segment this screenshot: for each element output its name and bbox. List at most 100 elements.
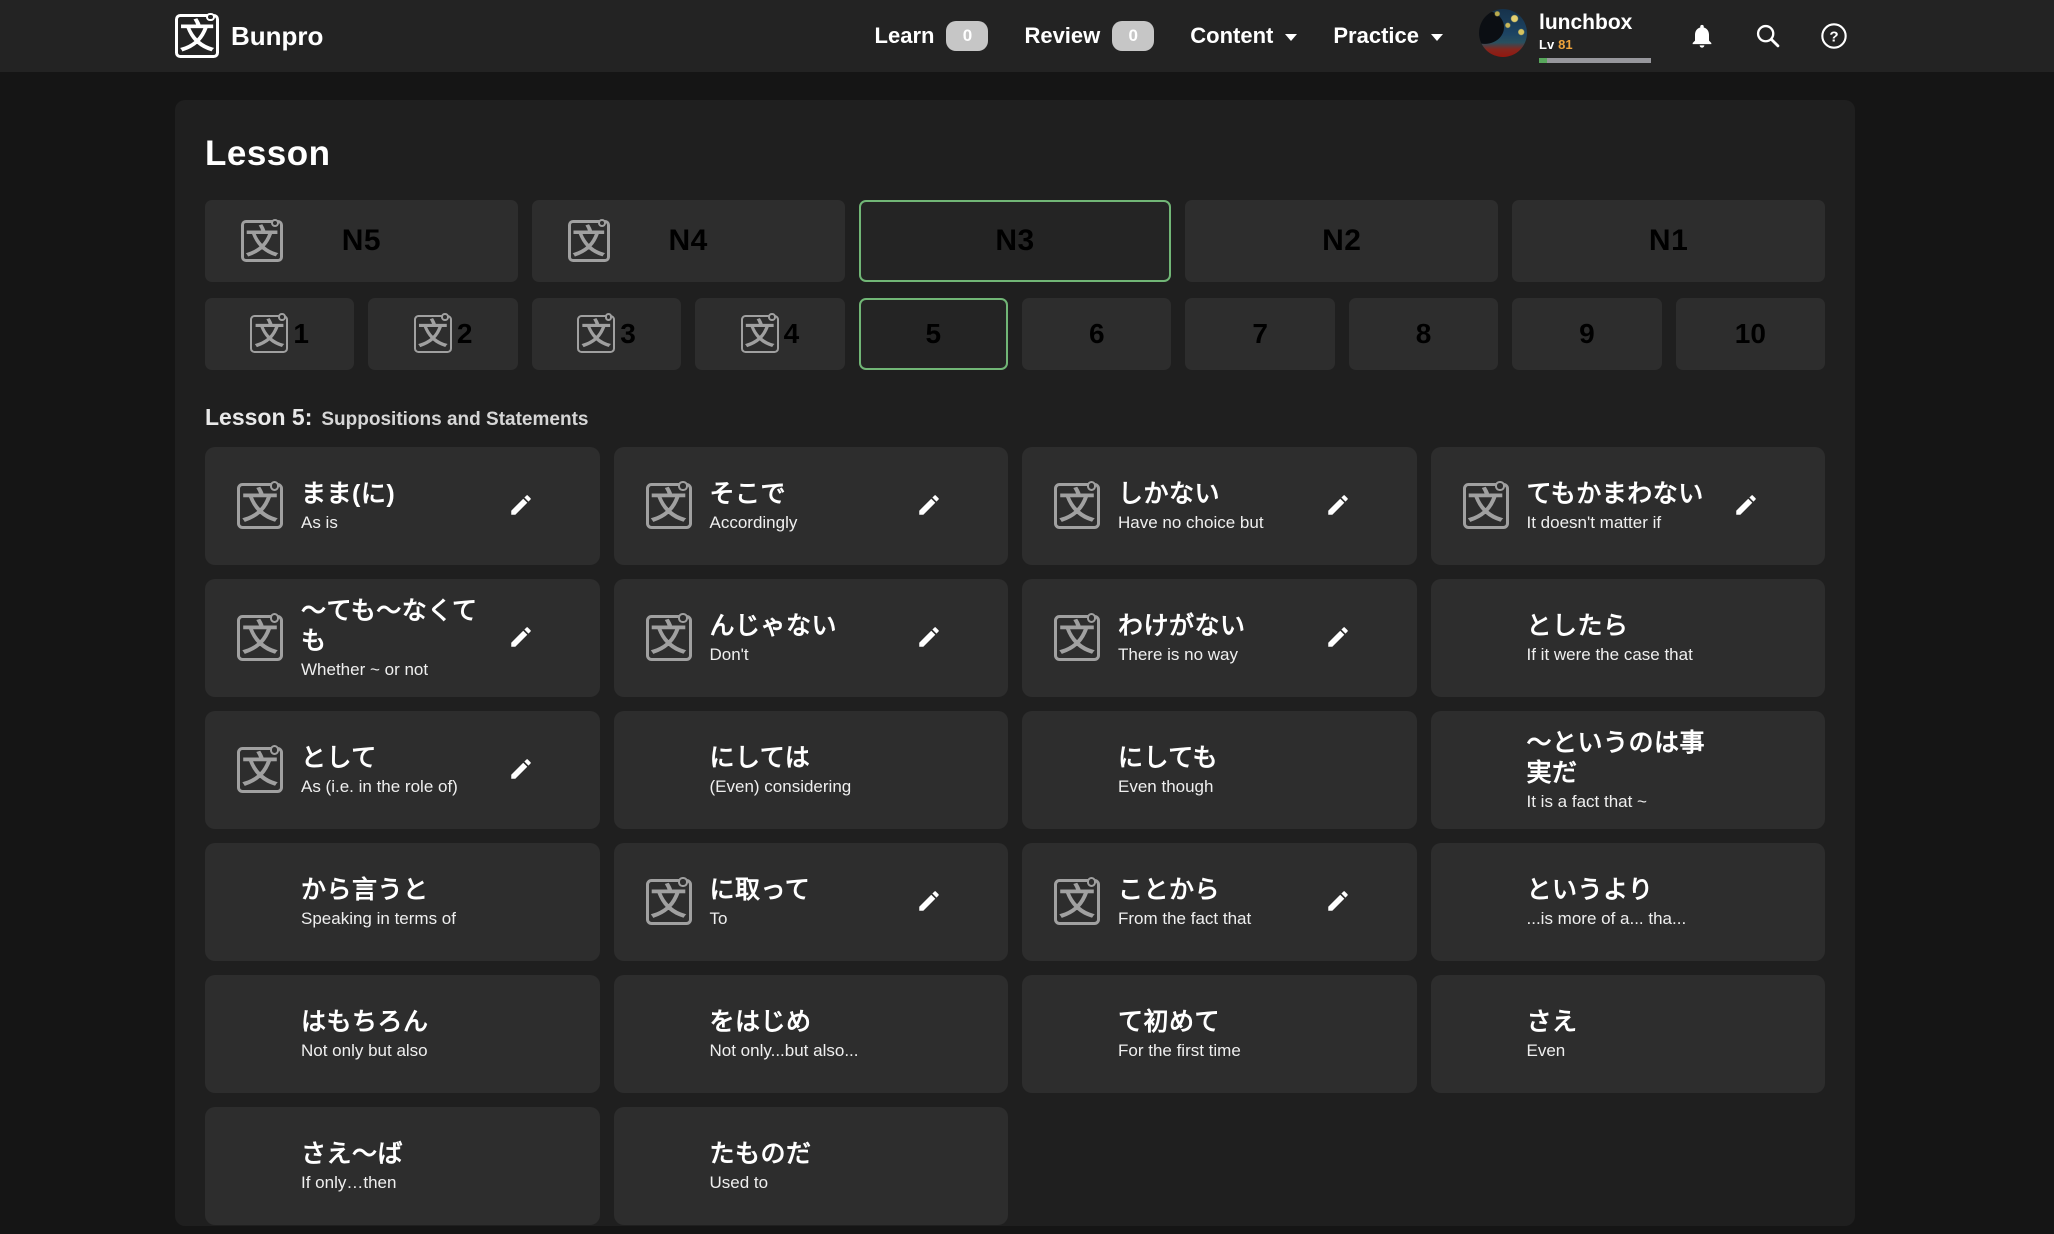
lesson-number-button[interactable]: 10 [1676,298,1825,370]
grammar-point-card[interactable]: て初めて For the first time [1022,975,1417,1093]
pencil-icon [916,624,942,650]
edit-notes-button[interactable] [1325,888,1353,916]
lesson-number-button[interactable]: 文 1 [205,298,354,370]
edit-notes-button[interactable] [916,888,944,916]
grammar-point-card[interactable]: 文 まま(に) As is [205,447,600,565]
jlpt-level-button[interactable]: 文 N5 [205,200,518,282]
pencil-icon [508,624,534,650]
brand-logo[interactable]: 文 Bunpro [175,14,323,58]
edit-notes-button[interactable] [916,624,944,652]
grammar-point-card[interactable]: 文 ～ても～なくても Whether ~ or not [205,579,600,697]
edit-notes-button[interactable] [508,624,536,652]
grammar-point-card[interactable]: 文 んじゃない Don't [614,579,1009,697]
edit-notes-button[interactable] [508,756,536,784]
grammar-point-card[interactable]: としたら If it were the case that [1431,579,1826,697]
grammar-point-card[interactable]: さえ Even [1431,975,1826,1093]
lesson-number-button[interactable]: 7 [1185,298,1334,370]
grammar-point-card[interactable]: 文 そこで Accordingly [614,447,1009,565]
grammar-japanese-title: しかない [1118,479,1317,509]
bunpro-logo-icon: 文 [175,14,219,58]
bunpro-logo-icon: 文 [241,220,283,262]
bell-icon [1688,22,1716,50]
grammar-english-meaning: As (i.e. in the role of) [301,777,500,797]
nav-review[interactable]: Review 0 [1024,21,1154,51]
grammar-point-card[interactable]: はもちろん Not only but also [205,975,600,1093]
brand-name: Bunpro [231,21,323,52]
bunpro-logo-icon: 文 [250,315,288,353]
grammar-point-card[interactable]: にしては (Even) considering [614,711,1009,829]
svg-text:?: ? [1829,28,1838,45]
pencil-icon [916,492,942,518]
pencil-icon [508,756,534,782]
grammar-point-card[interactable]: 文 として As (i.e. in the role of) [205,711,600,829]
grammar-point-card[interactable]: さえ～ば If only…then [205,1107,600,1225]
edit-notes-button[interactable] [1325,492,1353,520]
jlpt-level-button[interactable]: 文 N4 [532,200,845,282]
grammar-japanese-title: として [301,743,500,773]
grammar-english-meaning: Whether ~ or not [301,660,500,680]
bunpro-logo-icon: 文 [646,483,692,529]
pencil-icon [916,888,942,914]
edit-notes-button[interactable] [916,492,944,520]
jlpt-level-row: 文 N5 文 N4 N3 N2 N1 [205,200,1825,282]
lesson-number-row: 文 1 文 2 文 3 文 4 5 6 7 8 9 10 [205,298,1825,370]
bunpro-logo-icon: 文 [577,315,615,353]
grammar-point-card[interactable]: から言うと Speaking in terms of [205,843,600,961]
grammar-point-card[interactable]: 文 てもかまわない It doesn't matter if [1431,447,1826,565]
nav-review-label: Review [1024,23,1100,49]
jlpt-level-button[interactable]: N2 [1185,200,1498,282]
nav-learn[interactable]: Learn 0 [875,21,989,51]
search-icon [1754,22,1782,50]
xp-progress-bar [1539,58,1651,63]
grammar-japanese-title: にしては [710,743,909,773]
grammar-point-card[interactable]: 文 わけがない There is no way [1022,579,1417,697]
user-level-number: 81 [1558,37,1572,52]
grammar-japanese-title: ～というのは事実だ [1527,728,1726,788]
grammar-point-card[interactable]: 文 しかない Have no choice but [1022,447,1417,565]
search-button[interactable] [1753,21,1783,51]
lesson-number-button[interactable]: 6 [1022,298,1171,370]
pencil-icon [1325,888,1351,914]
grammar-english-meaning: If only…then [301,1173,500,1193]
lesson-number-button[interactable]: 文 3 [532,298,681,370]
grammar-point-card[interactable]: 文 に取って To [614,843,1009,961]
grammar-english-meaning: As is [301,513,500,533]
bunpro-logo-icon: 文 [237,483,283,529]
edit-notes-button[interactable] [508,492,536,520]
grammar-point-card[interactable]: をはじめ Not only...but also... [614,975,1009,1093]
grammar-japanese-title: たものだ [710,1139,909,1169]
grammar-point-card[interactable]: にしても Even though [1022,711,1417,829]
grammar-point-card[interactable]: というより ...is more of a... tha... [1431,843,1826,961]
grammar-point-card[interactable]: たものだ Used to [614,1107,1009,1225]
grammar-english-meaning: Don't [710,645,909,665]
grammar-japanese-title: というより [1527,875,1726,905]
grammar-point-card[interactable]: 文 ことから From the fact that [1022,843,1417,961]
user-menu[interactable]: lunchbox Lv81 [1479,9,1651,63]
grammar-japanese-title: をはじめ [710,1007,909,1037]
lesson-number-button[interactable]: 8 [1349,298,1498,370]
help-button[interactable]: ? [1819,21,1849,51]
avatar [1479,9,1527,57]
jlpt-level-label: N1 [1649,224,1688,258]
lesson-heading-prefix: Lesson 5: [205,404,312,431]
lesson-number-button[interactable]: 文 4 [695,298,844,370]
jlpt-level-button[interactable]: N1 [1512,200,1825,282]
edit-notes-button[interactable] [1733,492,1761,520]
lesson-panel: Lesson 文 N5 文 N4 N3 N2 N1 文 1 文 2 文 3 文 … [175,100,1855,1226]
nav-learn-label: Learn [875,23,935,49]
pencil-icon [1733,492,1759,518]
lesson-number-label: 2 [457,318,473,350]
notifications-button[interactable] [1687,21,1717,51]
edit-notes-button[interactable] [1325,624,1353,652]
grammar-point-card[interactable]: ～というのは事実だ It is a fact that ~ [1431,711,1826,829]
grammar-japanese-title: から言うと [301,875,500,905]
lesson-number-button[interactable]: 5 [859,298,1008,370]
grammar-english-meaning: Not only but also [301,1041,500,1061]
lesson-number-label: 4 [784,318,800,350]
nav-practice-dropdown[interactable]: Practice [1333,23,1443,49]
lesson-number-button[interactable]: 文 2 [368,298,517,370]
lesson-number-button[interactable]: 9 [1512,298,1661,370]
jlpt-level-button[interactable]: N3 [859,200,1172,282]
grammar-english-meaning: From the fact that [1118,909,1317,929]
nav-content-dropdown[interactable]: Content [1190,23,1297,49]
